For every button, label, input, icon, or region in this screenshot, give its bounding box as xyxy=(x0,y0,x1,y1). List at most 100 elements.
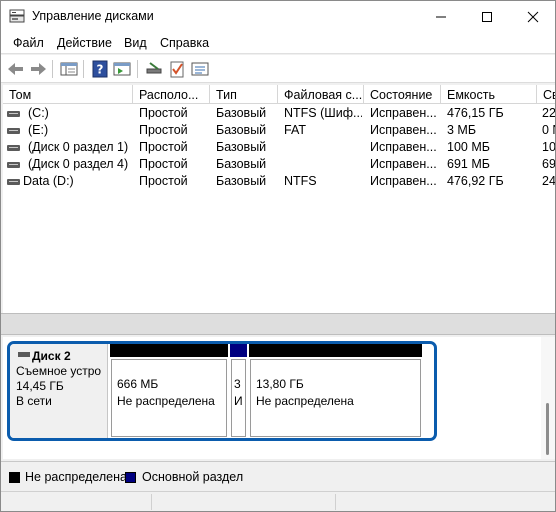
partition-status: Не распределена xyxy=(256,394,354,408)
column-header-filesystem[interactable]: Файловая с... xyxy=(278,85,364,104)
volume-icon xyxy=(7,162,20,168)
volume-free-space: 69 xyxy=(542,157,555,171)
partition-color-bar xyxy=(110,344,228,357)
partition-primary[interactable]: 3 И xyxy=(230,344,247,438)
minimize-icon xyxy=(436,16,446,17)
volume-layout: Простой xyxy=(139,106,188,120)
maximize-icon xyxy=(482,11,492,22)
toolbar-separator xyxy=(137,60,138,78)
volume-capacity: 691 МБ xyxy=(447,157,490,171)
disk-management-app-icon xyxy=(9,9,25,23)
svg-text:?: ? xyxy=(97,63,104,77)
volume-layout: Простой xyxy=(139,140,188,154)
legend-label-unallocated: Не распределена xyxy=(25,470,127,484)
disk-2-selected[interactable]: Диск 2 Съемное устро 14,45 ГБ В сети 666… xyxy=(7,341,437,441)
table-row[interactable]: (C:) Простой Базовый NTFS (Шиф... Исправ… xyxy=(3,105,555,122)
maximize-button[interactable] xyxy=(464,1,510,32)
volume-capacity: 3 МБ xyxy=(447,123,477,137)
menu-help[interactable]: Справка xyxy=(160,36,209,50)
disk-info[interactable]: Диск 2 Съемное устро 14,45 ГБ В сети xyxy=(10,344,108,438)
volume-filesystem: FAT xyxy=(284,123,306,137)
toolbar-separator xyxy=(83,60,84,78)
volume-name: (Диск 0 раздел 4) xyxy=(28,157,129,171)
volume-status: Исправен... xyxy=(370,106,437,120)
partition-status: Не распределена xyxy=(117,394,215,408)
vertical-scrollbar[interactable] xyxy=(541,337,555,459)
volume-name: (Диск 0 раздел 1) xyxy=(28,140,129,154)
column-header-layout[interactable]: Располо... xyxy=(133,85,210,104)
volume-capacity: 476,15 ГБ xyxy=(447,106,504,120)
volume-free-space: 22 xyxy=(542,106,555,120)
volume-name: Data (D:) xyxy=(23,174,74,188)
legend-swatch-unallocated xyxy=(9,472,20,483)
volume-type: Базовый xyxy=(216,157,267,171)
volume-icon xyxy=(7,145,20,151)
table-row[interactable]: (Диск 0 раздел 1) Простой Базовый Исправ… xyxy=(3,139,555,156)
status-bar-divider xyxy=(151,494,152,510)
volume-type: Базовый xyxy=(216,123,267,137)
partition-status: И xyxy=(234,394,243,408)
minimize-button[interactable] xyxy=(418,1,464,32)
table-row[interactable]: Data (D:) Простой Базовый NTFS Исправен.… xyxy=(3,173,555,190)
pane-splitter[interactable] xyxy=(1,313,555,335)
partition-unallocated-1[interactable]: 666 МБ Не распределена xyxy=(110,344,228,438)
disk-state: В сети xyxy=(16,394,52,408)
scrollbar-thumb[interactable] xyxy=(546,403,549,455)
disk-type: Съемное устро xyxy=(16,364,102,378)
column-header-type[interactable]: Тип xyxy=(210,85,278,104)
volume-type: Базовый xyxy=(216,140,267,154)
menu-view[interactable]: Вид xyxy=(124,36,147,50)
partition-size: 666 МБ xyxy=(117,377,159,391)
column-header-capacity[interactable]: Емкость xyxy=(441,85,537,104)
column-header-volume[interactable]: Том xyxy=(3,85,133,104)
console-tree-icon[interactable] xyxy=(59,59,79,79)
table-row[interactable]: (E:) Простой Базовый FAT Исправен... 3 М… xyxy=(3,122,555,139)
partition-unallocated-2[interactable]: 13,80 ГБ Не распределена xyxy=(249,344,422,438)
volume-status: Исправен... xyxy=(370,174,437,188)
connect-drive-icon[interactable] xyxy=(144,59,164,79)
volume-icon xyxy=(7,128,20,134)
volume-filesystem: NTFS xyxy=(284,174,317,188)
menu-file[interactable]: Файл xyxy=(13,36,44,50)
back-arrow-icon[interactable] xyxy=(6,59,26,79)
window-title: Управление дисками xyxy=(32,9,154,23)
volume-layout: Простой xyxy=(139,174,188,188)
list-view-icon[interactable] xyxy=(190,59,210,79)
partition-color-bar xyxy=(230,344,247,357)
status-bar xyxy=(1,491,555,511)
volume-list-header: Том Располо... Тип Файловая с... Состоян… xyxy=(3,85,555,104)
toolbar-separator xyxy=(52,60,53,78)
title-bar[interactable]: Управление дисками xyxy=(1,1,555,32)
volume-capacity: 100 МБ xyxy=(447,140,490,154)
volume-name: (C:) xyxy=(28,106,49,120)
volume-type: Базовый xyxy=(216,106,267,120)
volume-layout: Простой xyxy=(139,123,188,137)
partition-color-bar xyxy=(249,344,422,357)
menu-action[interactable]: Действие xyxy=(57,36,112,50)
disk-name: Диск 2 xyxy=(32,349,71,363)
volume-list: Том Располо... Тип Файловая с... Состоян… xyxy=(3,85,555,313)
volume-filesystem: NTFS (Шиф... xyxy=(284,106,362,120)
status-bar-divider xyxy=(335,494,336,510)
column-header-status[interactable]: Состояние xyxy=(364,85,441,104)
partition-size: 3 xyxy=(234,377,241,391)
volume-status: Исправен... xyxy=(370,140,437,154)
legend-swatch-primary xyxy=(125,472,136,483)
toolbar: ? xyxy=(1,55,555,83)
table-row[interactable]: (Диск 0 раздел 4) Простой Базовый Исправ… xyxy=(3,156,555,173)
disk-graphical-view: Диск 2 Съемное устро 14,45 ГБ В сети 666… xyxy=(3,337,541,459)
volume-icon xyxy=(7,111,20,117)
column-header-free-space[interactable]: Св xyxy=(537,85,555,104)
forward-arrow-icon[interactable] xyxy=(28,59,48,79)
volume-free-space: 10 xyxy=(542,140,555,154)
help-icon[interactable]: ? xyxy=(90,59,110,79)
volume-status: Исправен... xyxy=(370,157,437,171)
volume-name: (E:) xyxy=(28,123,49,137)
checkmark-properties-icon[interactable] xyxy=(167,59,187,79)
close-button[interactable] xyxy=(510,1,555,32)
legend: Не распределена Основной раздел xyxy=(1,461,555,491)
console-view-icon[interactable] xyxy=(112,59,132,79)
menu-bar: Файл Действие Вид Справка xyxy=(1,32,555,54)
disk-size: 14,45 ГБ xyxy=(16,379,64,393)
volume-free-space: 24 xyxy=(542,174,555,188)
